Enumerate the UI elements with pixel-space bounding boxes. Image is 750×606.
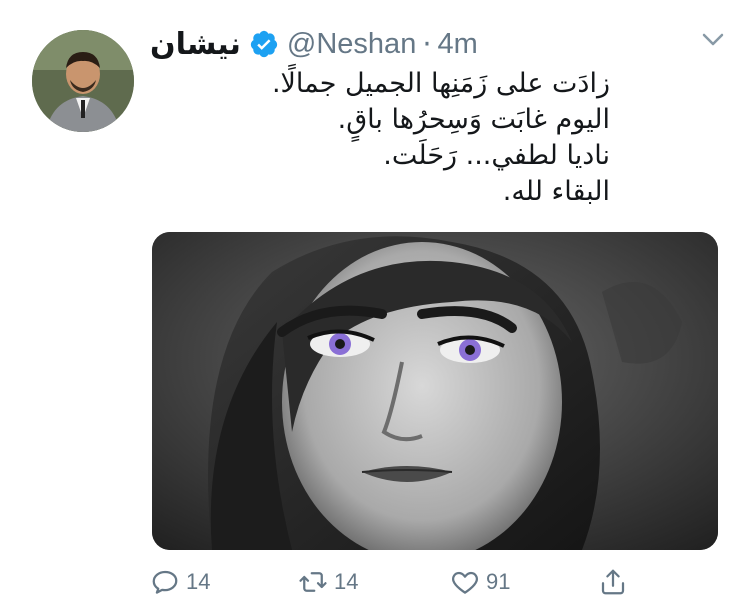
tweet-header: نيشان @Neshan · 4m: [150, 24, 478, 64]
author-avatar[interactable]: [32, 30, 134, 132]
tweet-text-line: اليوم غابَت وَسِحرُها باقٍ.: [337, 104, 610, 135]
avatar-photo: [32, 30, 134, 132]
reply-icon: [152, 570, 178, 594]
reply-count: 14: [186, 569, 211, 594]
tweet-text-line: زادَت على زَمَنِها الجميل جمالًا.: [271, 68, 610, 99]
portrait-image: [152, 232, 718, 550]
chevron-down-icon[interactable]: [702, 32, 724, 46]
verified-badge-icon: [249, 29, 279, 59]
reply-button[interactable]: 14: [150, 562, 210, 602]
tweet-actions: 14 14 91: [150, 562, 640, 602]
retweet-button[interactable]: 14: [298, 562, 358, 602]
tweet-timestamp[interactable]: 4m: [438, 28, 478, 61]
share-button[interactable]: [598, 562, 628, 602]
tweet-card: نيشان @Neshan · 4m زادَت على زَمَنِها ال…: [0, 0, 750, 606]
tweet-text: زادَت على زَمَنِها الجميل جمالًا. اليوم …: [190, 66, 610, 210]
retweet-icon: [299, 572, 327, 592]
author-display-name[interactable]: نيشان: [150, 27, 241, 62]
share-icon: [601, 569, 625, 595]
retweet-count: 14: [334, 569, 359, 594]
separator-dot: ·: [422, 27, 432, 61]
tweet-text-line: البقاء لله.: [502, 176, 610, 207]
heart-icon: [452, 571, 478, 594]
like-button[interactable]: 91: [450, 562, 510, 602]
author-handle[interactable]: @Neshan: [287, 28, 416, 61]
like-count: 91: [486, 569, 511, 594]
tweet-media-photo[interactable]: [152, 232, 718, 550]
tweet-text-line: ناديا لطفي... رَحَلَت.: [383, 140, 610, 171]
